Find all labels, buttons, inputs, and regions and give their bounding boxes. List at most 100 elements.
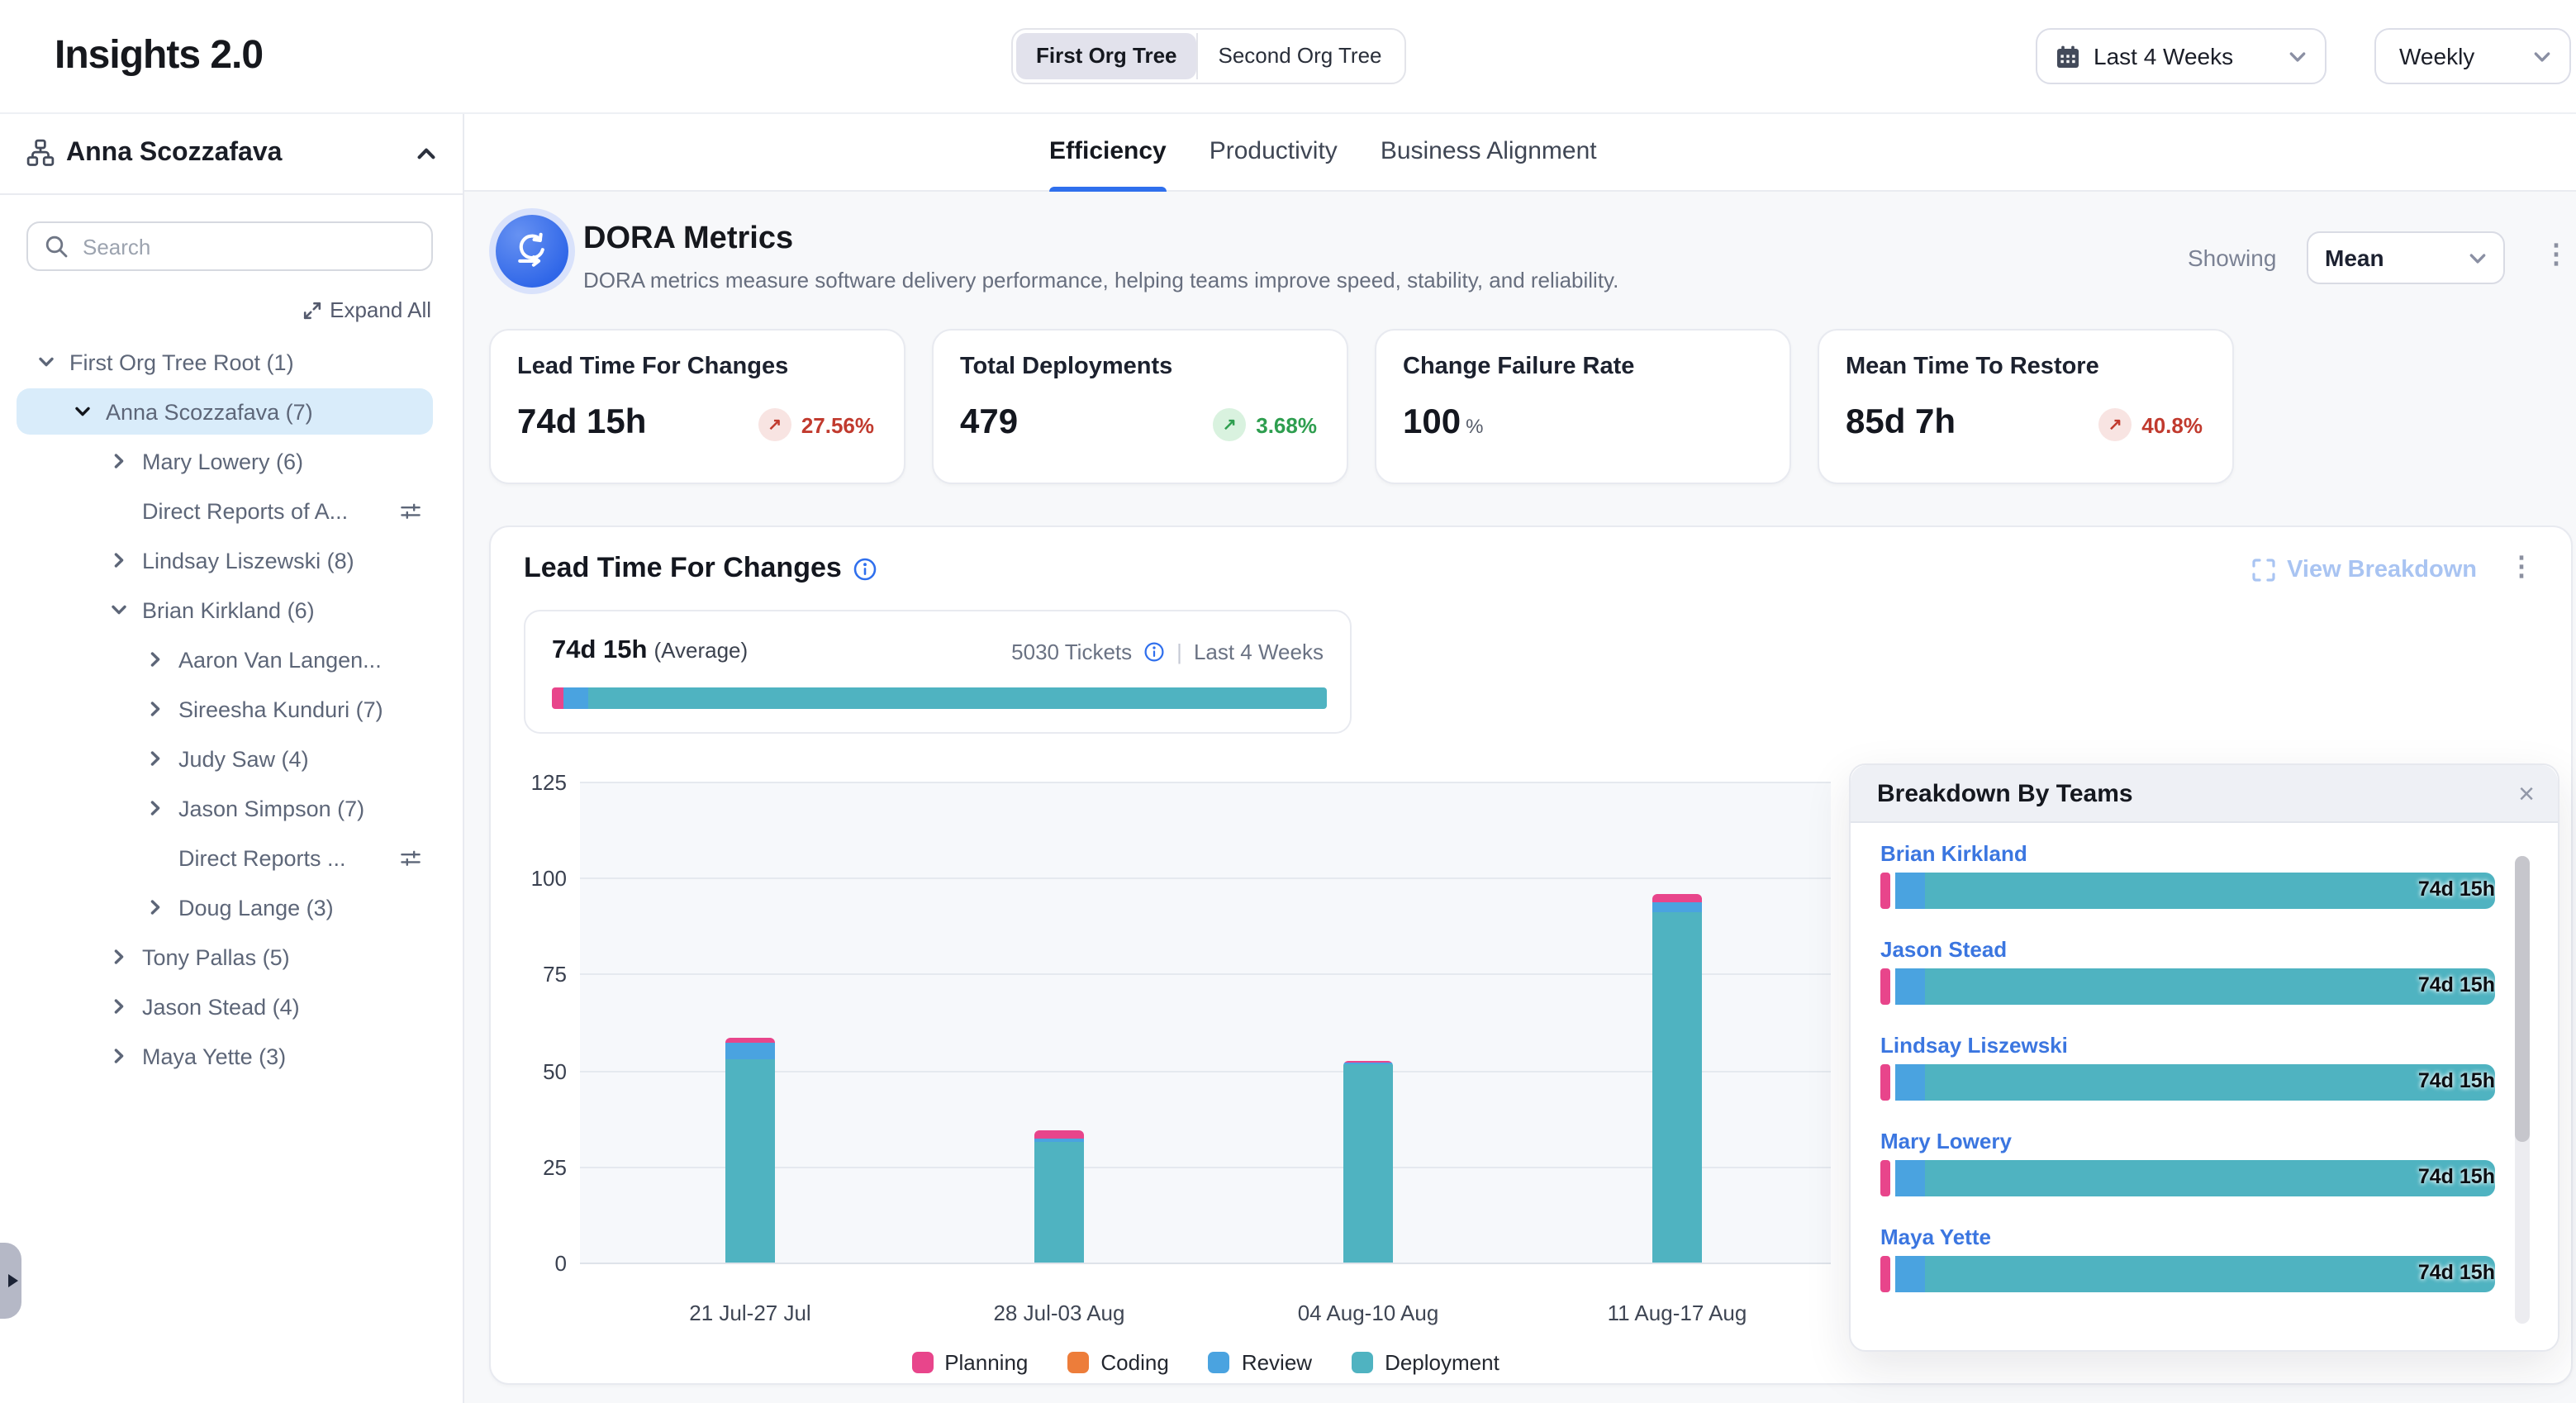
breakdown-team-row: Jason Stead 74d 15h <box>1880 937 2495 1005</box>
breakdown-scrollbar-track[interactable] <box>2515 856 2530 1324</box>
breakdown-bar-segment-planning <box>1880 968 1891 1005</box>
org-tree-toggle: First Org TreeSecond Org Tree <box>1011 28 1407 84</box>
sidebar-tree-item[interactable]: First Org Tree Root (1) <box>0 337 464 387</box>
chevron-right-icon[interactable] <box>142 651 169 668</box>
metric-card: Total Deployments479↗3.68% <box>932 329 1348 484</box>
legend-label: Deployment <box>1385 1350 1499 1375</box>
chevron-right-icon[interactable] <box>142 899 169 916</box>
chart-bar[interactable] <box>1652 895 1702 1263</box>
sidebar-tree-item[interactable]: Sireesha Kunduri (7) <box>0 684 464 734</box>
trend-up-arrow-icon: ↗ <box>2098 408 2132 441</box>
sidebar-tree-item[interactable]: Brian Kirkland (6) <box>0 585 464 635</box>
tab-productivity[interactable]: Productivity <box>1210 112 1338 191</box>
breakdown-team-name-link[interactable]: Jason Stead <box>1880 937 2495 962</box>
breakdown-team-name-link[interactable]: Mary Lowery <box>1880 1129 2495 1153</box>
chevron-down-icon[interactable] <box>33 354 59 370</box>
divider: | <box>1176 640 1182 664</box>
y-axis-tick-label: 50 <box>501 1058 567 1083</box>
legend-item-review: Review <box>1209 1350 1312 1375</box>
breakdown-team-row: Maya Yette74d 15h <box>1880 1225 2495 1292</box>
showing-mean-select[interactable]: Mean <box>2307 231 2505 284</box>
lead-time-title-row: Lead Time For Changes <box>524 552 878 585</box>
lead-time-kebab-menu[interactable]: ⋮ <box>2508 555 2535 582</box>
metric-card-title: Lead Time For Changes <box>517 354 877 380</box>
date-range-value: Last 4 Weeks <box>2094 43 2233 69</box>
tree-item-label: Mary Lowery (6) <box>142 449 303 473</box>
sidebar-tree-item[interactable]: Maya Yette (3) <box>0 1031 464 1081</box>
chevron-right-icon[interactable] <box>106 949 132 965</box>
breakdown-team-row: Mary Lowery 74d 15h <box>1880 1129 2495 1196</box>
breakdown-team-bar: 74d 15h <box>1880 1160 2495 1196</box>
legend-label: Coding <box>1100 1350 1168 1375</box>
dora-kebab-menu[interactable]: ⋮ <box>2543 243 2569 269</box>
sidebar-tree-item[interactable]: Direct Reports of A... <box>0 486 464 535</box>
org-tree-toggle-option[interactable]: Second Org Tree <box>1199 33 1402 79</box>
sidebar-tree-item[interactable]: Doug Lange (3) <box>0 882 464 932</box>
breakdown-team-value: 74d 15h <box>2418 1165 2495 1188</box>
sidebar-tree-item[interactable]: Jason Stead (4) <box>0 982 464 1031</box>
breakdown-team-name-link[interactable]: Maya Yette <box>1880 1225 2495 1249</box>
chevron-right-icon[interactable] <box>106 1048 132 1064</box>
filter-sliders-icon[interactable] <box>400 500 421 521</box>
chevron-right-icon[interactable] <box>142 800 169 816</box>
expand-all-button[interactable]: Expand All <box>302 297 431 322</box>
chevron-right-icon[interactable] <box>106 998 132 1015</box>
tab-efficiency[interactable]: Efficiency <box>1049 112 1167 191</box>
metric-card-value: 479 <box>960 403 1018 443</box>
search-icon <box>45 235 68 258</box>
breakdown-team-value: 74d 15h <box>2418 973 2495 996</box>
view-breakdown-label: View Breakdown <box>2287 557 2477 583</box>
breakdown-team-bar: 74d 15h <box>1880 968 2495 1005</box>
trend-up-arrow-icon: ↗ <box>1213 408 1246 441</box>
sidebar-tree-item[interactable]: Aaron Van Langen... <box>0 635 464 684</box>
chevron-right-icon[interactable] <box>142 750 169 767</box>
average-bar-segment-planning <box>552 687 563 709</box>
sidebar-collapse-handle[interactable] <box>0 1243 21 1319</box>
chart-bar[interactable] <box>725 1039 775 1263</box>
breakdown-team-name-link[interactable]: Brian Kirkland <box>1880 841 2495 866</box>
sidebar-tree-item[interactable]: Tony Pallas (5) <box>0 932 464 982</box>
breakdown-team-name-link[interactable]: Lindsay Liszewski <box>1880 1033 2495 1058</box>
chevron-down-icon <box>2533 47 2551 65</box>
info-icon[interactable] <box>1143 641 1165 663</box>
metric-card-delta-value: 27.56% <box>801 412 874 437</box>
tree-item-label: Aaron Van Langen... <box>178 647 382 672</box>
org-tree-toggle-option[interactable]: First Org Tree <box>1016 33 1197 79</box>
chevron-right-icon[interactable] <box>106 552 132 568</box>
sidebar-tree-item[interactable]: Anna Scozzafava (7) <box>0 387 464 436</box>
breakdown-bar-segment-planning <box>1880 1160 1891 1196</box>
sidebar-tree-item[interactable]: Jason Simpson (7) <box>0 783 464 833</box>
chart-bar[interactable] <box>1343 1061 1393 1263</box>
sidebar-tree-item[interactable]: Judy Saw (4) <box>0 734 464 783</box>
tree-item-label: Sireesha Kunduri (7) <box>178 697 383 721</box>
gridline <box>580 877 1831 879</box>
close-icon[interactable]: × <box>2518 779 2535 807</box>
chevron-right-icon[interactable] <box>106 453 132 469</box>
tab-business-alignment[interactable]: Business Alignment <box>1381 112 1597 191</box>
sidebar-tree-item[interactable]: Direct Reports ... <box>0 833 464 882</box>
legend-item-coding: Coding <box>1067 1350 1168 1375</box>
sidebar-tree-item[interactable]: Mary Lowery (6) <box>0 436 464 486</box>
date-range-select[interactable]: Last 4 Weeks <box>2036 28 2326 84</box>
view-breakdown-button[interactable]: View Breakdown <box>2252 557 2477 583</box>
average-value: 74d 15h <box>552 636 647 664</box>
chevron-down-icon[interactable] <box>106 602 132 618</box>
average-label: (Average) <box>654 638 748 663</box>
y-axis-tick-label: 75 <box>501 963 567 987</box>
sidebar-tree-item[interactable]: Lindsay Liszewski (8) <box>0 535 464 585</box>
granularity-select[interactable]: Weekly <box>2374 28 2571 84</box>
info-icon[interactable] <box>853 556 878 581</box>
metric-card: Change Failure Rate100% <box>1375 329 1791 484</box>
breakdown-scrollbar-thumb[interactable] <box>2515 856 2530 1142</box>
chart-bar[interactable] <box>1034 1130 1084 1263</box>
filter-sliders-icon[interactable] <box>400 847 421 868</box>
showing-label: Showing <box>2188 245 2276 271</box>
search-input[interactable] <box>79 232 415 260</box>
chevron-down-icon[interactable] <box>69 403 96 420</box>
breakdown-bar-segment-review <box>1896 1064 1925 1101</box>
tree-item-label: Lindsay Liszewski (8) <box>142 548 354 573</box>
y-axis-tick-label: 0 <box>501 1251 567 1276</box>
chevron-right-icon[interactable] <box>142 701 169 717</box>
gridline <box>580 782 1831 783</box>
chevron-up-icon[interactable] <box>416 143 436 163</box>
